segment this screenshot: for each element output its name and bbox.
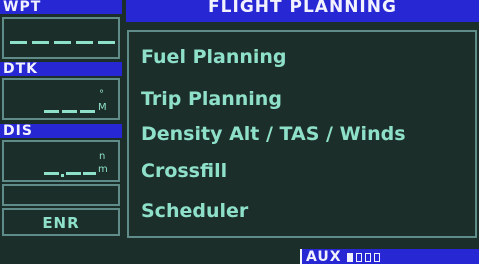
menu-item-density-alt-tas-winds[interactable]: Density Alt / TAS / Winds <box>141 122 406 146</box>
dis-dash <box>83 172 96 175</box>
nautical-unit: n <box>99 151 106 162</box>
sidebar-blank-cell <box>2 184 120 206</box>
dtk-field-label: DTK <box>0 62 122 76</box>
menu-item-scheduler[interactable]: Scheduler <box>141 199 248 223</box>
wpt-dash <box>76 41 93 44</box>
dtk-field[interactable]: ° M <box>2 78 120 120</box>
wpt-dash <box>98 41 115 44</box>
degree-symbol: ° <box>99 89 104 100</box>
page-title: FLIGHT PLANNING <box>126 0 479 22</box>
page-box <box>365 253 371 262</box>
dis-dash <box>66 172 81 175</box>
dis-field[interactable]: n m <box>2 140 120 182</box>
gps-screen: WPT DTK ° M DIS n m ENR FLIGHT PLANNING … <box>0 0 479 264</box>
menu-item-crossfill[interactable]: Crossfill <box>141 159 227 183</box>
flight-planning-menu: Fuel Planning Trip Planning Density Alt … <box>127 30 477 238</box>
dis-dash <box>44 172 59 175</box>
decimal-point <box>61 174 64 177</box>
page-box-active <box>347 253 353 262</box>
page-group-label: AUX <box>306 249 342 264</box>
page-box <box>356 253 362 262</box>
dtk-dash <box>80 110 95 113</box>
wpt-field[interactable] <box>2 17 120 59</box>
wpt-field-label: WPT <box>0 0 122 14</box>
miles-unit: m <box>98 164 108 175</box>
dtk-dash <box>62 110 77 113</box>
page-box <box>374 253 380 262</box>
menu-item-fuel-planning[interactable]: Fuel Planning <box>141 45 287 69</box>
dis-field-label: DIS <box>0 124 122 138</box>
magnetic-unit: M <box>98 102 107 113</box>
wpt-dash <box>54 41 71 44</box>
wpt-dash <box>32 41 49 44</box>
wpt-dash <box>10 41 27 44</box>
dtk-dash <box>44 110 59 113</box>
menu-item-trip-planning[interactable]: Trip Planning <box>141 87 282 111</box>
mode-annunciator: ENR <box>42 214 80 232</box>
